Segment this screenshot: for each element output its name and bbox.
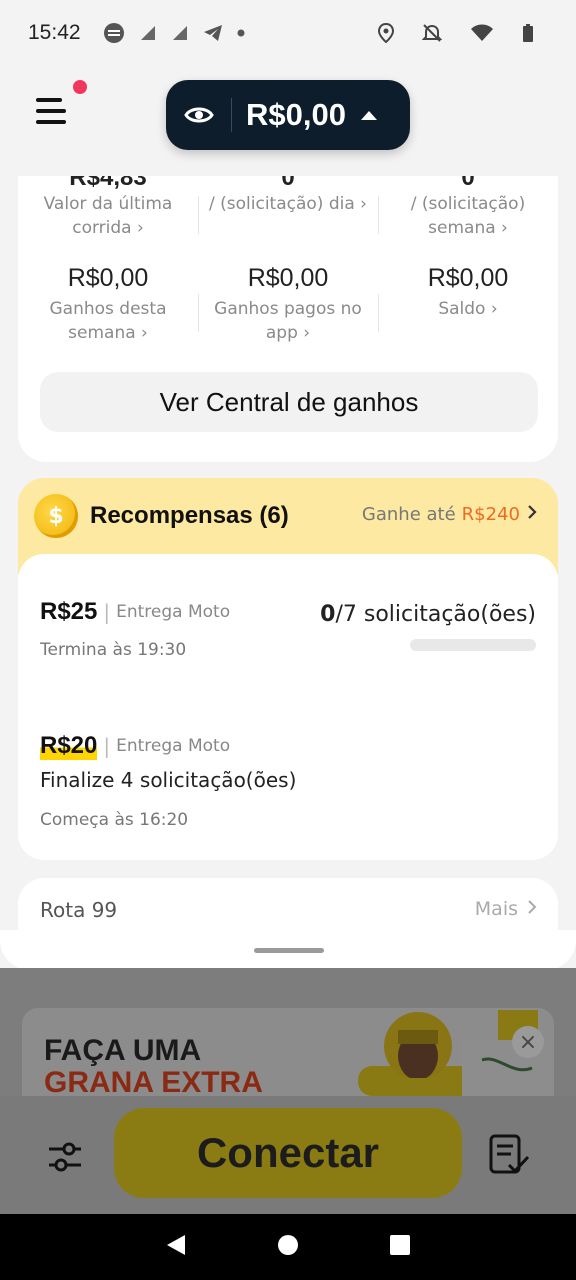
wifi-icon — [470, 23, 494, 43]
checklist-icon[interactable] — [484, 1130, 534, 1180]
app-header: R$0,00 — [0, 66, 576, 176]
system-nav-bar — [0, 1214, 576, 1280]
chevron-right-icon — [526, 898, 538, 920]
balance-amount: R$0,00 — [246, 97, 346, 132]
close-icon[interactable]: × — [512, 1026, 544, 1058]
dot-icon — [237, 29, 245, 37]
balance-toggle[interactable]: R$0,00 — [166, 80, 410, 150]
battery-icon — [522, 23, 534, 43]
reward-type: Entrega Moto — [116, 736, 231, 756]
bottom-action-bar: Conectar — [0, 1096, 576, 1214]
mute-icon — [422, 23, 442, 43]
signal-icon — [139, 24, 157, 42]
chevron-right-icon — [526, 504, 538, 525]
earnings-paid-in-app[interactable]: R$0,00 Ganhos pagos no app › — [198, 264, 378, 345]
coin-icon: $ — [34, 494, 78, 538]
back-icon[interactable] — [165, 1233, 187, 1261]
earnings-center-button[interactable]: Ver Central de ganhos — [40, 372, 538, 432]
earnings-last-ride[interactable]: R$4,83 Valor da última corrida › — [18, 176, 198, 240]
promo-banner[interactable]: FAÇA UMA GRANA EXTRA — [22, 1008, 554, 1096]
status-bar: 15:42 — [0, 0, 576, 66]
rota-99-card[interactable]: Rota 99 Mais — [18, 878, 558, 968]
reward-task: Finalize 4 solicitação(ões) — [40, 768, 297, 792]
rewards-earn-up-to[interactable]: Ganhe até R$240 — [362, 504, 538, 525]
sheet-drag-handle[interactable] — [254, 948, 324, 953]
recents-icon[interactable] — [389, 1234, 411, 1260]
earnings-requests-day[interactable]: 0 / (solicitação) dia › — [198, 176, 378, 216]
home-icon[interactable] — [277, 1234, 299, 1260]
reward-subtitle: Começa às 16:20 — [40, 810, 189, 830]
reward-price: R$20 — [40, 732, 98, 760]
progress-bar — [410, 639, 536, 651]
earnings-this-week[interactable]: R$0,00 Ganhos desta semana › — [18, 264, 198, 345]
connect-button[interactable]: Conectar — [114, 1108, 462, 1198]
filter-icon[interactable] — [40, 1132, 90, 1182]
earnings-requests-week[interactable]: 0 / (solicitação) semana › — [378, 176, 558, 240]
menu-button[interactable] — [36, 98, 70, 132]
status-time: 15:42 — [28, 21, 81, 44]
reward-type: Entrega Moto — [116, 602, 231, 622]
banner-line2: GRANA EXTRA — [44, 1066, 263, 1096]
menu-icon — [36, 98, 62, 102]
earnings-balance[interactable]: R$0,00 Saldo › — [378, 264, 558, 321]
reward-subtitle: Termina às 19:30 — [40, 640, 187, 660]
news-icon — [103, 22, 125, 44]
earnings-card: R$4,83 Valor da última corrida › 0 / (so… — [18, 176, 558, 462]
eye-icon[interactable] — [166, 98, 232, 132]
banner-line1: FAÇA UMA — [44, 1034, 202, 1067]
rewards-title: Recompensas (6) — [90, 502, 289, 529]
rewards-card: R$25 | Entrega Moto Termina às 19:30 0/7… — [18, 554, 558, 860]
reward-progress: 0/7 solicitação(ões) — [320, 602, 536, 651]
reward-price: R$25 — [40, 598, 98, 625]
reward-item[interactable]: R$25 | Entrega Moto Termina às 19:30 — [40, 598, 230, 660]
rota-label: Rota 99 — [40, 898, 118, 922]
reward-item[interactable]: R$20 | Entrega Moto Finalize 4 solicitaç… — [40, 732, 296, 830]
rota-more-link[interactable]: Mais — [475, 898, 538, 920]
telegram-icon — [203, 24, 223, 42]
signal-icon — [171, 24, 189, 42]
notification-dot — [73, 80, 87, 94]
location-icon — [378, 23, 394, 43]
caret-up-icon — [360, 106, 378, 125]
